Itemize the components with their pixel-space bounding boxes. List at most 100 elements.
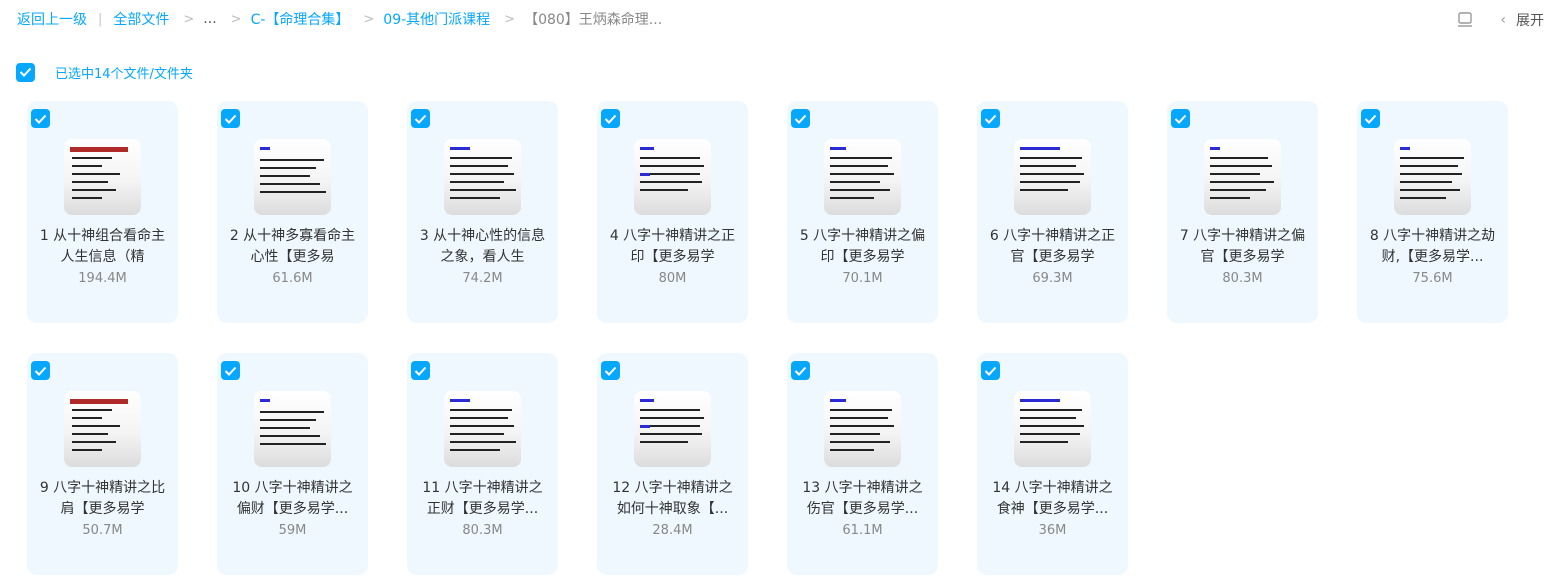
thumbnail-text-line [260,175,310,177]
file-checkbox[interactable] [31,361,50,380]
back-link[interactable]: 返回上一级 [17,9,87,29]
thumbnail-text-line [1210,157,1268,159]
thumbnail-text-line [1210,147,1220,150]
thumbnail-text-line [830,409,892,411]
file-card[interactable]: 3 从十神心性的信息之象，看人生 74.2M [407,101,558,323]
file-card[interactable]: 10 八字十神精讲之偏财【更多易学... 59M [217,353,368,575]
file-name: 10 八字十神精讲之偏财【更多易学... [232,480,353,517]
top-right-tools: ‹ 展开 [1456,9,1544,31]
thumbnail-text-line [72,165,102,167]
list-view-icon[interactable] [1456,11,1474,29]
file-card[interactable]: 1 从十神组合看命主人生信息（精 194.4M [27,101,178,323]
thumbnail-text-line [260,147,270,150]
file-thumbnail [254,391,331,467]
thumbnail-text-line [72,417,102,419]
file-name: 3 从十神心性的信息之象，看人生 [419,228,546,265]
file-checkbox[interactable] [981,109,1000,128]
file-card[interactable]: 12 八字十神精讲之如何十神取象【... 28.4M [597,353,748,575]
thumbnail-text-line [640,189,688,191]
file-card[interactable]: 13 八字十神精讲之伤官【更多易学... 61.1M [787,353,938,575]
thumbnail-text-line [450,449,500,451]
file-size: 80.3M [1222,271,1263,286]
file-checkbox[interactable] [601,361,620,380]
file-card[interactable]: 5 八字十神精讲之偏印【更多易学 70.1M [787,101,938,323]
file-checkbox[interactable] [791,361,810,380]
thumbnail-text-line [260,183,320,185]
thumbnail-text-line [1020,189,1068,191]
file-checkbox[interactable] [981,361,1000,380]
thumbnail-text-line [830,157,892,159]
breadcrumb: 返回上一级 | 全部文件 > ... > C-【命理合集】 > 09-其他门派课… [17,9,662,29]
thumbnail-text-line [450,441,516,443]
file-checkbox[interactable] [411,109,430,128]
breadcrumb-ellipsis[interactable]: ... [203,11,216,27]
thumbnail-text-line [640,181,702,183]
file-name: 2 从十神多寡看命主心性【更多易 [229,228,356,265]
select-all-checkbox[interactable] [16,62,35,82]
thumbnail-text-line [1210,173,1260,175]
thumbnail-text-line [450,173,514,175]
file-thumbnail [254,139,331,215]
thumbnail-text-line [72,181,108,183]
file-card[interactable]: 11 八字十神精讲之正财【更多易学... 80.3M [407,353,558,575]
thumbnail-text-line [640,409,700,411]
file-card[interactable]: 7 八字十神精讲之偏官【更多易学 80.3M [1167,101,1318,323]
file-size: 61.6M [272,271,313,286]
file-checkbox[interactable] [411,361,430,380]
file-name: 4 八字十神精讲之正印【更多易学 [609,228,736,265]
thumbnail-text-line [260,399,270,402]
thumbnail-text-line [450,425,514,427]
thumbnail-text-line [72,173,120,175]
file-thumbnail [1394,139,1471,215]
chevron-right-icon: > [230,11,242,27]
file-size: 75.6M [1412,271,1453,286]
chevron-left-icon[interactable]: ‹ [1500,12,1506,28]
file-thumbnail [824,139,901,215]
file-card[interactable]: 2 从十神多寡看命主心性【更多易 61.6M [217,101,368,323]
thumbnail-text-line [1400,165,1458,167]
file-thumbnail [1204,139,1281,215]
thumbnail-text-line [72,433,108,435]
thumbnail-text-line [1210,181,1274,183]
file-card[interactable]: 8 八字十神精讲之劫财,【更多易学... 75.6M [1357,101,1508,323]
file-name: 9 八字十神精讲之比肩【更多易学 [39,480,166,517]
thumbnail-text-line [260,167,316,169]
breadcrumb-all-files[interactable]: 全部文件 [113,9,169,29]
file-name: 5 八字十神精讲之偏印【更多易学 [799,228,926,265]
breadcrumb-divider: | [98,11,103,27]
file-size: 194.4M [78,271,127,286]
thumbnail-text-line [830,173,894,175]
file-thumbnail [444,391,521,467]
thumbnail-text-line [650,173,700,175]
file-thumbnail [64,391,141,467]
file-checkbox[interactable] [1361,109,1380,128]
file-card[interactable]: 4 八字十神精讲之正印【更多易学 80M [597,101,748,323]
file-checkbox[interactable] [1171,109,1190,128]
chevron-right-icon: > [183,11,195,27]
file-thumbnail [634,139,711,215]
thumbnail-text-line [1020,417,1076,419]
breadcrumb-courses[interactable]: 09-其他门派课程 [383,9,490,29]
thumbnail-text-line [1020,165,1076,167]
file-card[interactable]: 6 八字十神精讲之正官【更多易学 69.3M [977,101,1128,323]
file-name: 12 八字十神精讲之如何十神取象【... [612,480,733,517]
thumbnail-text-line [830,197,874,199]
thumbnail-text-line [1400,197,1446,199]
file-checkbox[interactable] [31,109,50,128]
file-checkbox[interactable] [791,109,810,128]
file-size: 80M [658,271,687,286]
thumbnail-text-line [1020,409,1082,411]
file-grid: 1 从十神组合看命主人生信息（精 194.4M 2 从十神多寡看命主心性【更多易 61… [27,101,1508,575]
file-name: 13 八字十神精讲之伤官【更多易学... [802,480,923,517]
file-checkbox[interactable] [601,109,620,128]
expand-button[interactable]: 展开 [1516,10,1544,30]
file-checkbox[interactable] [221,361,240,380]
thumbnail-text-line [640,165,704,167]
file-card[interactable]: 14 八字十神精讲之食神【更多易学... 36M [977,353,1128,575]
selection-bar: 已选中14个文件/文件夹 [16,62,193,82]
breadcrumb-collection[interactable]: C-【命理合集】 [251,9,350,29]
thumbnail-text-line [1210,165,1272,167]
file-card[interactable]: 9 八字十神精讲之比肩【更多易学 50.7M [27,353,178,575]
thumbnail-text-line [1400,181,1452,183]
file-checkbox[interactable] [221,109,240,128]
